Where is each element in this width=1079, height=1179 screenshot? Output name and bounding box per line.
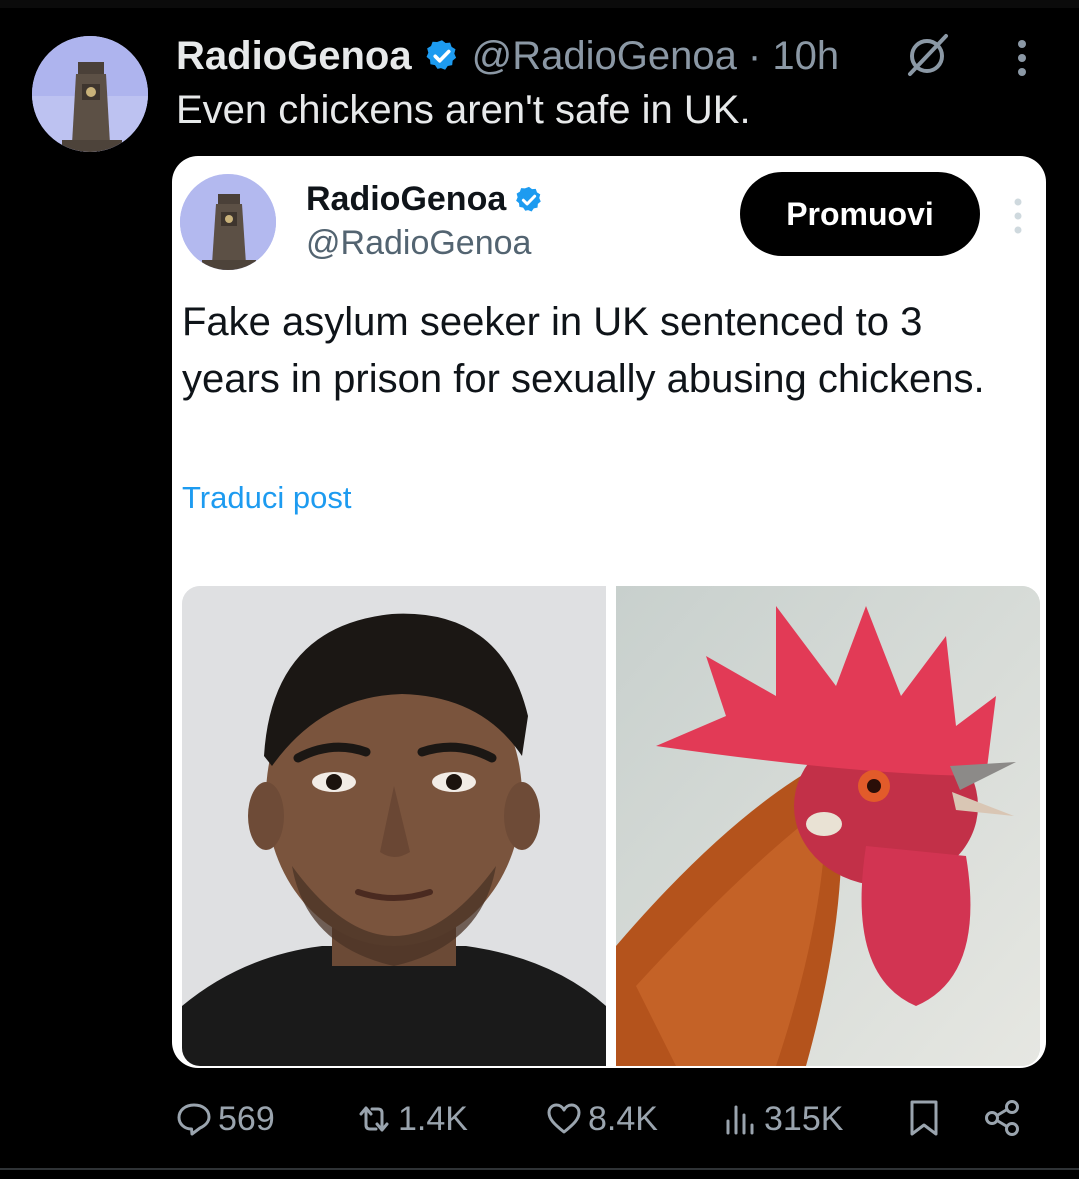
views-count: 315K xyxy=(764,1099,844,1138)
verified-badge-icon xyxy=(516,186,541,211)
heart-icon xyxy=(547,1103,581,1134)
promote-button[interactable]: Promuovi xyxy=(740,172,980,256)
like-action[interactable]: 8.4K xyxy=(546,1094,658,1144)
quoted-author-avatar[interactable] xyxy=(180,174,276,270)
reply-action[interactable]: 569 xyxy=(176,1094,275,1144)
rooster-image xyxy=(616,586,1040,1066)
more-options-icon[interactable] xyxy=(1006,196,1030,236)
verified-badge-icon xyxy=(426,40,456,70)
post-text: Even chickens aren't safe in UK. xyxy=(176,88,751,132)
mugshot-photo[interactable] xyxy=(182,586,606,1066)
more-options-icon[interactable] xyxy=(1000,36,1044,80)
views-chart-icon xyxy=(726,1105,754,1135)
views-action[interactable]: 315K xyxy=(722,1094,843,1144)
author-handle-and-time[interactable]: @RadioGenoa · 10h xyxy=(472,34,840,79)
quoted-post-text: Fake asylum seeker in UK sentenced to 3 … xyxy=(182,300,985,401)
bookmark-icon[interactable] xyxy=(904,1098,944,1138)
top-divider xyxy=(0,0,1079,8)
reply-icon xyxy=(177,1103,211,1136)
share-icon[interactable] xyxy=(982,1098,1022,1138)
translate-post-link[interactable]: Traduci post xyxy=(182,480,351,516)
quoted-author-display-name[interactable]: RadioGenoa xyxy=(306,180,506,219)
clock-tower-avatar-image xyxy=(32,36,148,152)
author-display-name[interactable]: RadioGenoa xyxy=(176,34,412,79)
rooster-photo[interactable] xyxy=(616,586,1040,1066)
quoted-author-handle[interactable]: @RadioGenoa xyxy=(306,224,531,263)
author-line: RadioGenoa @RadioGenoa · 10h xyxy=(176,30,839,82)
mugshot-image xyxy=(182,586,606,1066)
quoted-author-line: RadioGenoa xyxy=(306,180,544,219)
repost-action[interactable]: 1.4K xyxy=(356,1094,468,1144)
repost-count: 1.4K xyxy=(398,1099,468,1138)
grok-icon[interactable] xyxy=(902,30,952,80)
like-count: 8.4K xyxy=(588,1099,658,1138)
quoted-post-card[interactable]: RadioGenoa @RadioGenoa Promuovi Fake asy… xyxy=(172,156,1046,1068)
repost-icon xyxy=(359,1106,389,1132)
author-avatar[interactable] xyxy=(32,36,148,152)
reply-count: 569 xyxy=(218,1099,275,1138)
bottom-divider xyxy=(0,1168,1079,1170)
clock-tower-avatar-image xyxy=(180,174,276,270)
